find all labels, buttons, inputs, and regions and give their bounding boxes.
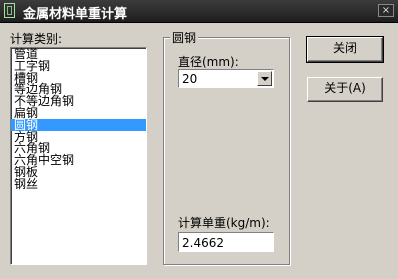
app-icon (4, 3, 15, 18)
list-item[interactable]: 钢板 (11, 166, 146, 178)
diameter-value: 20 (182, 72, 198, 86)
list-item[interactable]: 圆钢 (11, 118, 146, 131)
diameter-label: 直径(mm): (178, 55, 239, 69)
result-field[interactable]: 2.4662 (178, 232, 274, 252)
list-item[interactable]: 工字钢 (11, 60, 146, 72)
chevron-down-icon[interactable] (257, 71, 272, 86)
window-close-button[interactable]: × (378, 4, 394, 17)
category-label: 计算类别: (10, 32, 63, 46)
close-button[interactable]: 关闭 (306, 36, 384, 63)
list-item[interactable]: 扁钢 (11, 107, 146, 119)
list-item[interactable]: 钢丝 (11, 178, 146, 190)
result-value: 2.4662 (182, 236, 224, 250)
diameter-combobox[interactable]: 20 (178, 69, 274, 88)
about-button[interactable]: 关于(A) (307, 77, 383, 102)
group-title: 圆钢 (170, 29, 199, 46)
title-bar: 金属材料单重计算 × (0, 0, 398, 23)
window-title: 金属材料单重计算 (23, 7, 128, 22)
category-listbox[interactable]: 管道 工字钢 槽钢 等边角钢 不等边角钢 扁钢 圆钢 方钢 六角钢 六角中空钢 钢板 钢丝 (10, 47, 147, 265)
result-label: 计算单重(kg/m): (178, 216, 270, 230)
